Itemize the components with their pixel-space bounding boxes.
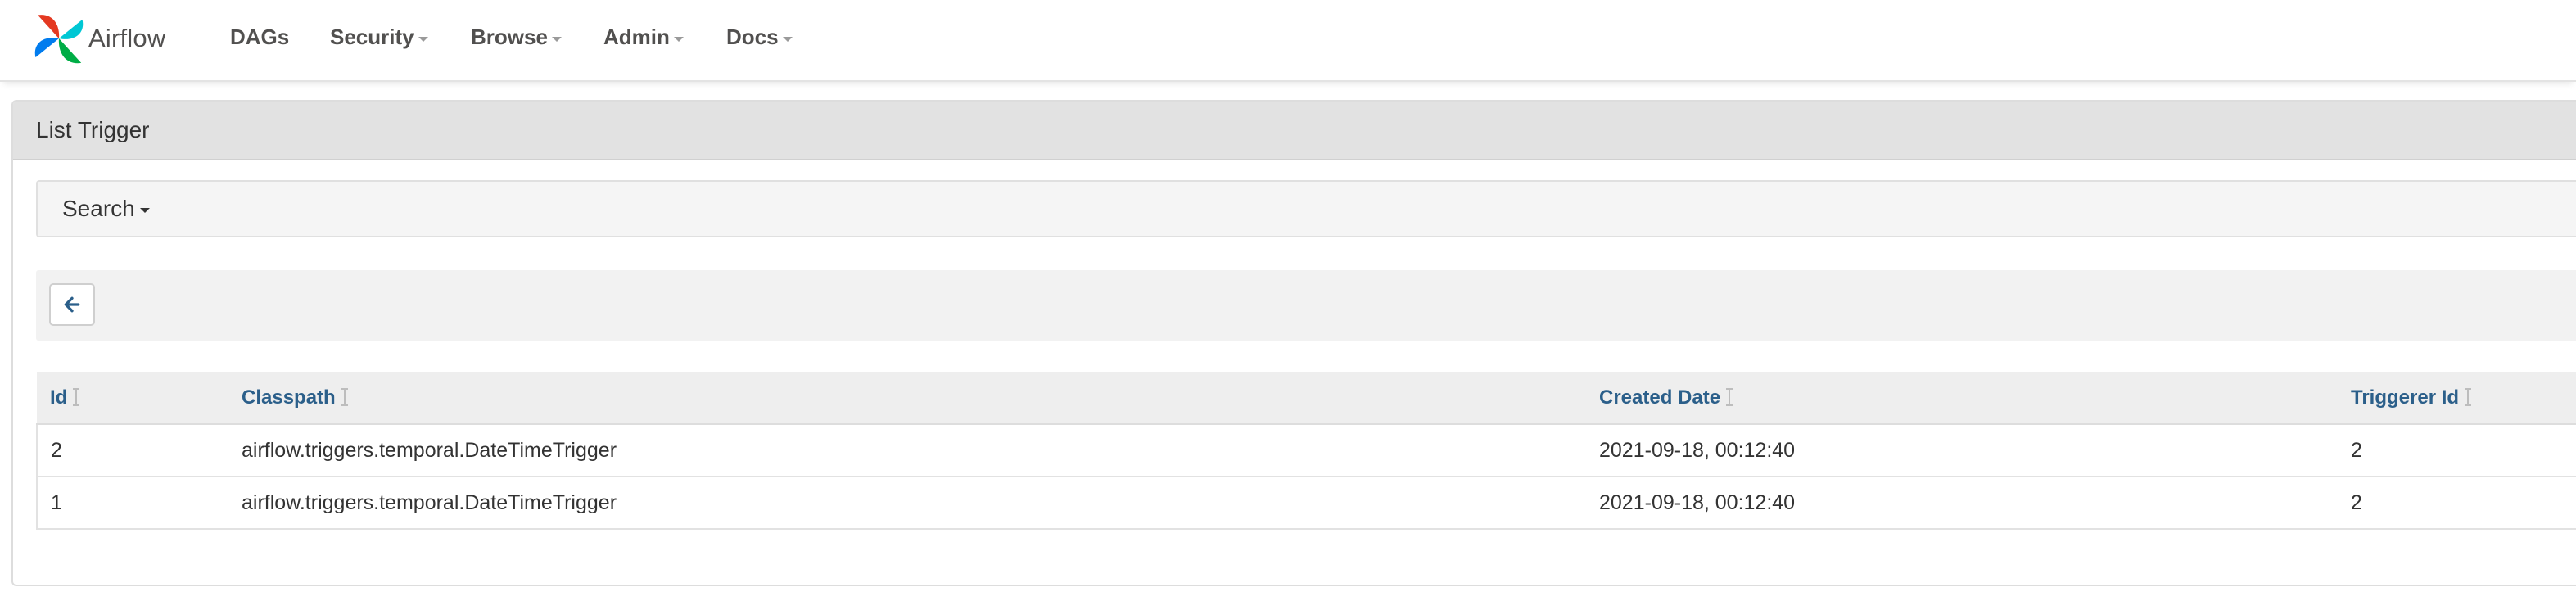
sort-icon[interactable] — [72, 387, 80, 409]
table-row: 1 airflow.triggers.temporal.DateTimeTrig… — [36, 477, 2576, 530]
column-label: Created Date — [1599, 386, 1721, 409]
airflow-logo-icon — [34, 15, 84, 64]
sort-icon[interactable] — [341, 387, 349, 409]
sort-icon[interactable] — [1725, 387, 1733, 409]
nav-browse[interactable]: Browse — [471, 25, 562, 50]
caret-down-icon — [139, 208, 150, 213]
column-label: Classpath — [242, 386, 336, 409]
caret-down-icon — [782, 36, 793, 42]
trigger-table: Id Classpath Created Date Triggerer Id 2… — [36, 372, 2576, 530]
nav-docs[interactable]: Docs — [726, 25, 793, 50]
nav-admin-label: Admin — [603, 25, 670, 49]
search-panel: Search — [36, 180, 2576, 237]
nav-dags[interactable]: DAGs — [230, 25, 289, 50]
table-header-row: Id Classpath Created Date Triggerer Id — [37, 372, 2576, 425]
list-toolbar — [36, 270, 2576, 341]
back-button[interactable] — [49, 283, 95, 326]
sort-icon[interactable] — [2464, 387, 2472, 409]
column-label: Id — [50, 386, 68, 409]
column-label: Triggerer Id — [2351, 386, 2460, 409]
search-label: Search — [62, 196, 135, 221]
column-header-id[interactable]: Id — [37, 372, 228, 425]
column-header-created-date[interactable]: Created Date — [1586, 372, 2338, 425]
cell-triggerer-id: 2 — [2338, 424, 2576, 477]
caret-down-icon — [418, 36, 428, 42]
table-row: 2 airflow.triggers.temporal.DateTimeTrig… — [36, 424, 2576, 477]
cell-id: 1 — [36, 477, 228, 530]
nav-admin[interactable]: Admin — [603, 25, 684, 50]
caret-down-icon — [673, 36, 684, 42]
cell-created-date: 2021-09-18, 00:12:40 — [1586, 477, 2338, 530]
caret-down-icon — [551, 36, 562, 42]
cell-triggerer-id: 2 — [2338, 477, 2576, 530]
column-header-triggerer-id[interactable]: Triggerer Id — [2338, 372, 2576, 425]
cell-created-date: 2021-09-18, 00:12:40 — [1586, 424, 2338, 477]
nav-docs-label: Docs — [726, 25, 779, 49]
column-header-classpath[interactable]: Classpath — [228, 372, 1586, 425]
nav-dags-label: DAGs — [230, 25, 290, 49]
brand-name: Airflow — [88, 24, 166, 52]
list-panel: List Trigger Search Id Classpath Created… — [11, 100, 2576, 586]
cell-classpath: airflow.triggers.temporal.DateTimeTrigge… — [228, 424, 1586, 477]
panel-heading: List Trigger — [13, 102, 2576, 160]
nav-browse-label: Browse — [471, 25, 548, 49]
brand-link[interactable]: Airflow — [31, 10, 165, 67]
top-navbar: Airflow DAGs Security Browse Admin Docs — [0, 0, 2576, 82]
nav-security[interactable]: Security — [330, 25, 428, 50]
page-title: List Trigger — [36, 117, 150, 142]
cell-classpath: airflow.triggers.temporal.DateTimeTrigge… — [228, 477, 1586, 530]
nav-security-label: Security — [330, 25, 414, 49]
search-toggle[interactable]: Search — [62, 196, 150, 222]
cell-id: 2 — [36, 424, 228, 477]
trigger-table-wrapper: Id Classpath Created Date Triggerer Id 2… — [36, 372, 2576, 530]
arrow-left-icon — [64, 296, 80, 313]
